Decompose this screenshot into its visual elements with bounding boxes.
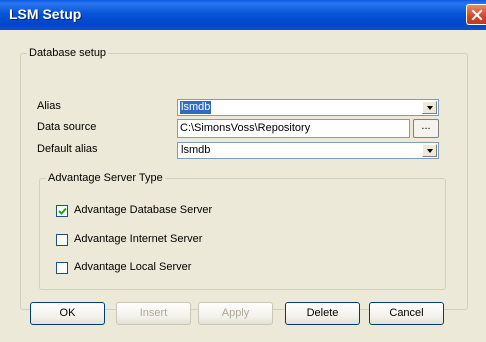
alias-label: Alias	[37, 100, 61, 112]
delete-button[interactable]: Delete	[285, 302, 360, 325]
default-alias-value: lsmdb	[181, 144, 211, 156]
advantage-internet-server-checkbox[interactable]	[56, 234, 68, 246]
ok-button[interactable]: OK	[30, 302, 105, 325]
dialog-client-area: Database setup Alias lsmdb Data source C…	[0, 30, 486, 342]
data-source-value: C:\SimonsVoss\Repository	[180, 122, 311, 134]
advantage-local-server-checkbox[interactable]	[56, 262, 68, 274]
advantage-local-server-label: Advantage Local Server	[74, 261, 192, 273]
apply-button[interactable]: Apply	[198, 302, 273, 325]
default-alias-dropdown-arrow-icon[interactable]	[422, 144, 437, 157]
database-setup-legend: Database setup	[29, 47, 107, 59]
close-button[interactable]	[466, 4, 486, 25]
alias-dropdown-arrow-icon[interactable]	[422, 101, 437, 114]
advantage-database-server-checkbox[interactable]	[56, 205, 68, 217]
checkmark-icon	[58, 207, 67, 215]
alias-combobox[interactable]: lsmdb	[177, 99, 439, 116]
default-alias-label: Default alias	[37, 143, 98, 155]
database-setup-group: Database setup Alias lsmdb Data source C…	[20, 47, 468, 310]
advantage-internet-server-label: Advantage Internet Server	[74, 233, 203, 245]
window-title: LSM Setup	[9, 6, 82, 22]
title-bar[interactable]: LSM Setup	[0, 0, 486, 30]
insert-button[interactable]: Insert	[116, 302, 191, 325]
alias-value: lsmdb	[180, 101, 212, 114]
close-icon	[471, 9, 483, 21]
cancel-button[interactable]: Cancel	[369, 302, 444, 325]
data-source-input[interactable]: C:\SimonsVoss\Repository	[177, 119, 410, 138]
browse-button[interactable]: ...	[413, 119, 439, 138]
lsm-setup-window: LSM Setup Database setup Alias lsmdb Dat…	[0, 0, 486, 342]
advantage-server-type-group: Advantage Server Type Advantage Database…	[39, 172, 446, 290]
data-source-label: Data source	[37, 121, 97, 133]
advantage-server-type-legend: Advantage Server Type	[48, 172, 163, 184]
default-alias-combobox[interactable]: lsmdb	[177, 142, 439, 159]
advantage-database-server-label: Advantage Database Server	[74, 204, 213, 216]
